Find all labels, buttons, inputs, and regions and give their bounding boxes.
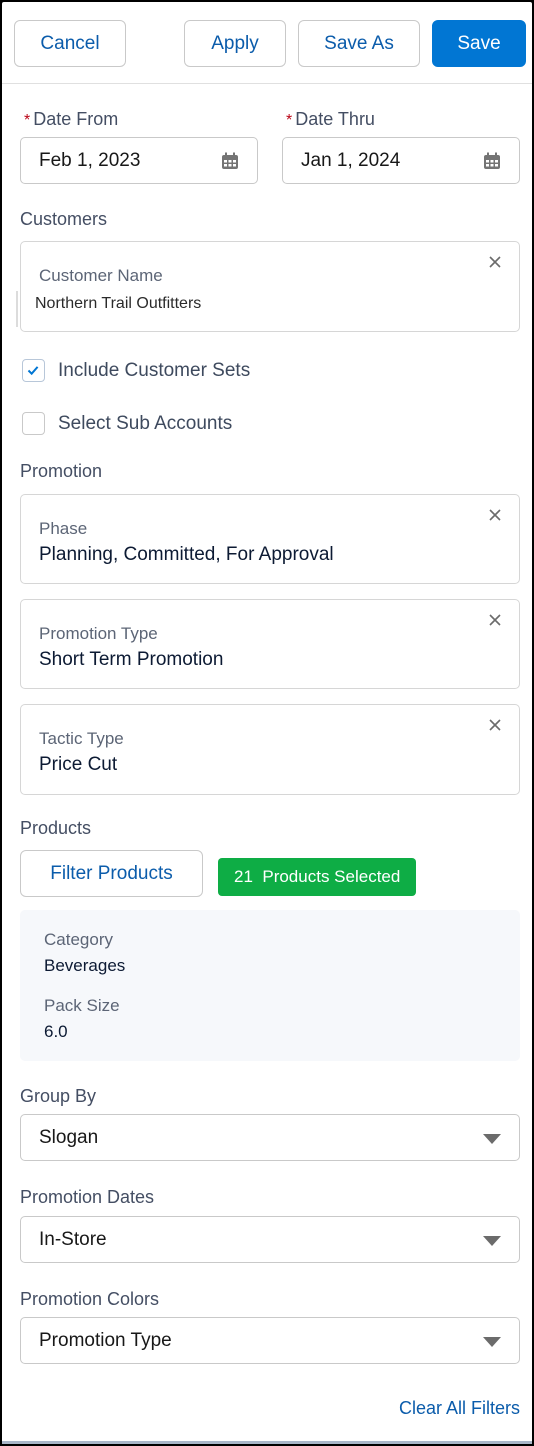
- save-button[interactable]: Save: [432, 20, 526, 67]
- close-icon[interactable]: [487, 254, 503, 270]
- panel-bottom-edge: [2, 1441, 532, 1444]
- phase-label: Phase: [39, 519, 88, 538]
- category-label: Category: [44, 930, 113, 949]
- clear-all-filters-link[interactable]: Clear All Filters: [399, 1398, 520, 1419]
- filter-products-button[interactable]: Filter Products: [20, 850, 203, 897]
- calendar-icon[interactable]: [221, 152, 239, 170]
- customers-section-label: Customers: [20, 209, 108, 229]
- promotion-type-value: Short Term Promotion: [39, 649, 224, 670]
- products-selected-badge: 21 Products Selected: [218, 858, 417, 896]
- date-thru-input[interactable]: Jan 1, 2024: [282, 137, 520, 184]
- group-by-select[interactable]: Slogan: [20, 1114, 520, 1161]
- include-customer-sets-checkbox[interactable]: [22, 359, 45, 382]
- chevron-down-icon: [483, 1236, 501, 1246]
- required-marker: *: [24, 112, 31, 129]
- date-from-label: * Date From: [24, 109, 119, 129]
- date-from-input[interactable]: Feb 1, 2023: [20, 137, 258, 184]
- promotion-dates-select[interactable]: In-Store: [20, 1216, 520, 1263]
- products-section-label: Products: [20, 818, 92, 838]
- date-thru-value: Jan 1, 2024: [301, 149, 401, 171]
- calendar-icon[interactable]: [483, 152, 501, 170]
- pack-size-value: 6.0: [44, 1022, 68, 1041]
- close-icon[interactable]: [487, 717, 503, 733]
- customer-name-value: Northern Trail Outfitters: [35, 295, 202, 312]
- tactic-type-value: Price Cut: [39, 754, 118, 775]
- promotion-colors-value: Promotion Type: [39, 1329, 172, 1351]
- customer-name-filter[interactable]: Customer Name Northern Trail Outfitters: [20, 241, 520, 332]
- toolbar: Cancel Apply Save As Save: [2, 2, 532, 84]
- promotion-colors-select[interactable]: Promotion Type: [20, 1317, 520, 1364]
- phase-filter[interactable]: Phase Planning, Committed, For Approval: [20, 494, 520, 584]
- select-sub-accounts-label: Select Sub Accounts: [58, 413, 233, 434]
- promotion-dates-value: In-Store: [39, 1228, 107, 1250]
- chevron-down-icon: [483, 1337, 501, 1347]
- chevron-down-icon: [483, 1134, 501, 1144]
- customer-name-label: Customer Name: [39, 266, 163, 285]
- cancel-button[interactable]: Cancel: [14, 20, 126, 67]
- promotion-colors-label: Promotion Colors: [20, 1289, 160, 1309]
- date-from-value: Feb 1, 2023: [39, 149, 141, 171]
- close-icon[interactable]: [487, 507, 503, 523]
- promotion-dates-label: Promotion Dates: [20, 1187, 155, 1207]
- filter-panel: Cancel Apply Save As Save * Date From Feb…: [2, 2, 532, 1444]
- checkmark-icon: [27, 366, 39, 376]
- category-value: Beverages: [44, 956, 126, 975]
- promotion-type-label: Promotion Type: [39, 624, 158, 643]
- include-customer-sets-label: Include Customer Sets: [58, 360, 251, 381]
- product-filter-summary: Category Beverages Pack Size 6.0: [20, 910, 520, 1061]
- apply-button[interactable]: Apply: [184, 20, 286, 67]
- divider: [16, 291, 18, 327]
- group-by-label: Group By: [20, 1086, 97, 1106]
- tactic-type-label: Tactic Type: [39, 729, 124, 748]
- tactic-type-filter[interactable]: Tactic Type Price Cut: [20, 704, 520, 795]
- group-by-value: Slogan: [39, 1126, 99, 1148]
- date-thru-label: * Date Thru: [286, 109, 375, 129]
- phase-value: Planning, Committed, For Approval: [39, 544, 334, 565]
- promotion-section-label: Promotion: [20, 461, 103, 481]
- save-as-button[interactable]: Save As: [298, 20, 420, 67]
- select-sub-accounts-checkbox[interactable]: [22, 412, 45, 435]
- required-marker: *: [286, 112, 293, 129]
- close-icon[interactable]: [487, 612, 503, 628]
- pack-size-label: Pack Size: [44, 996, 120, 1015]
- promotion-type-filter[interactable]: Promotion Type Short Term Promotion: [20, 599, 520, 689]
